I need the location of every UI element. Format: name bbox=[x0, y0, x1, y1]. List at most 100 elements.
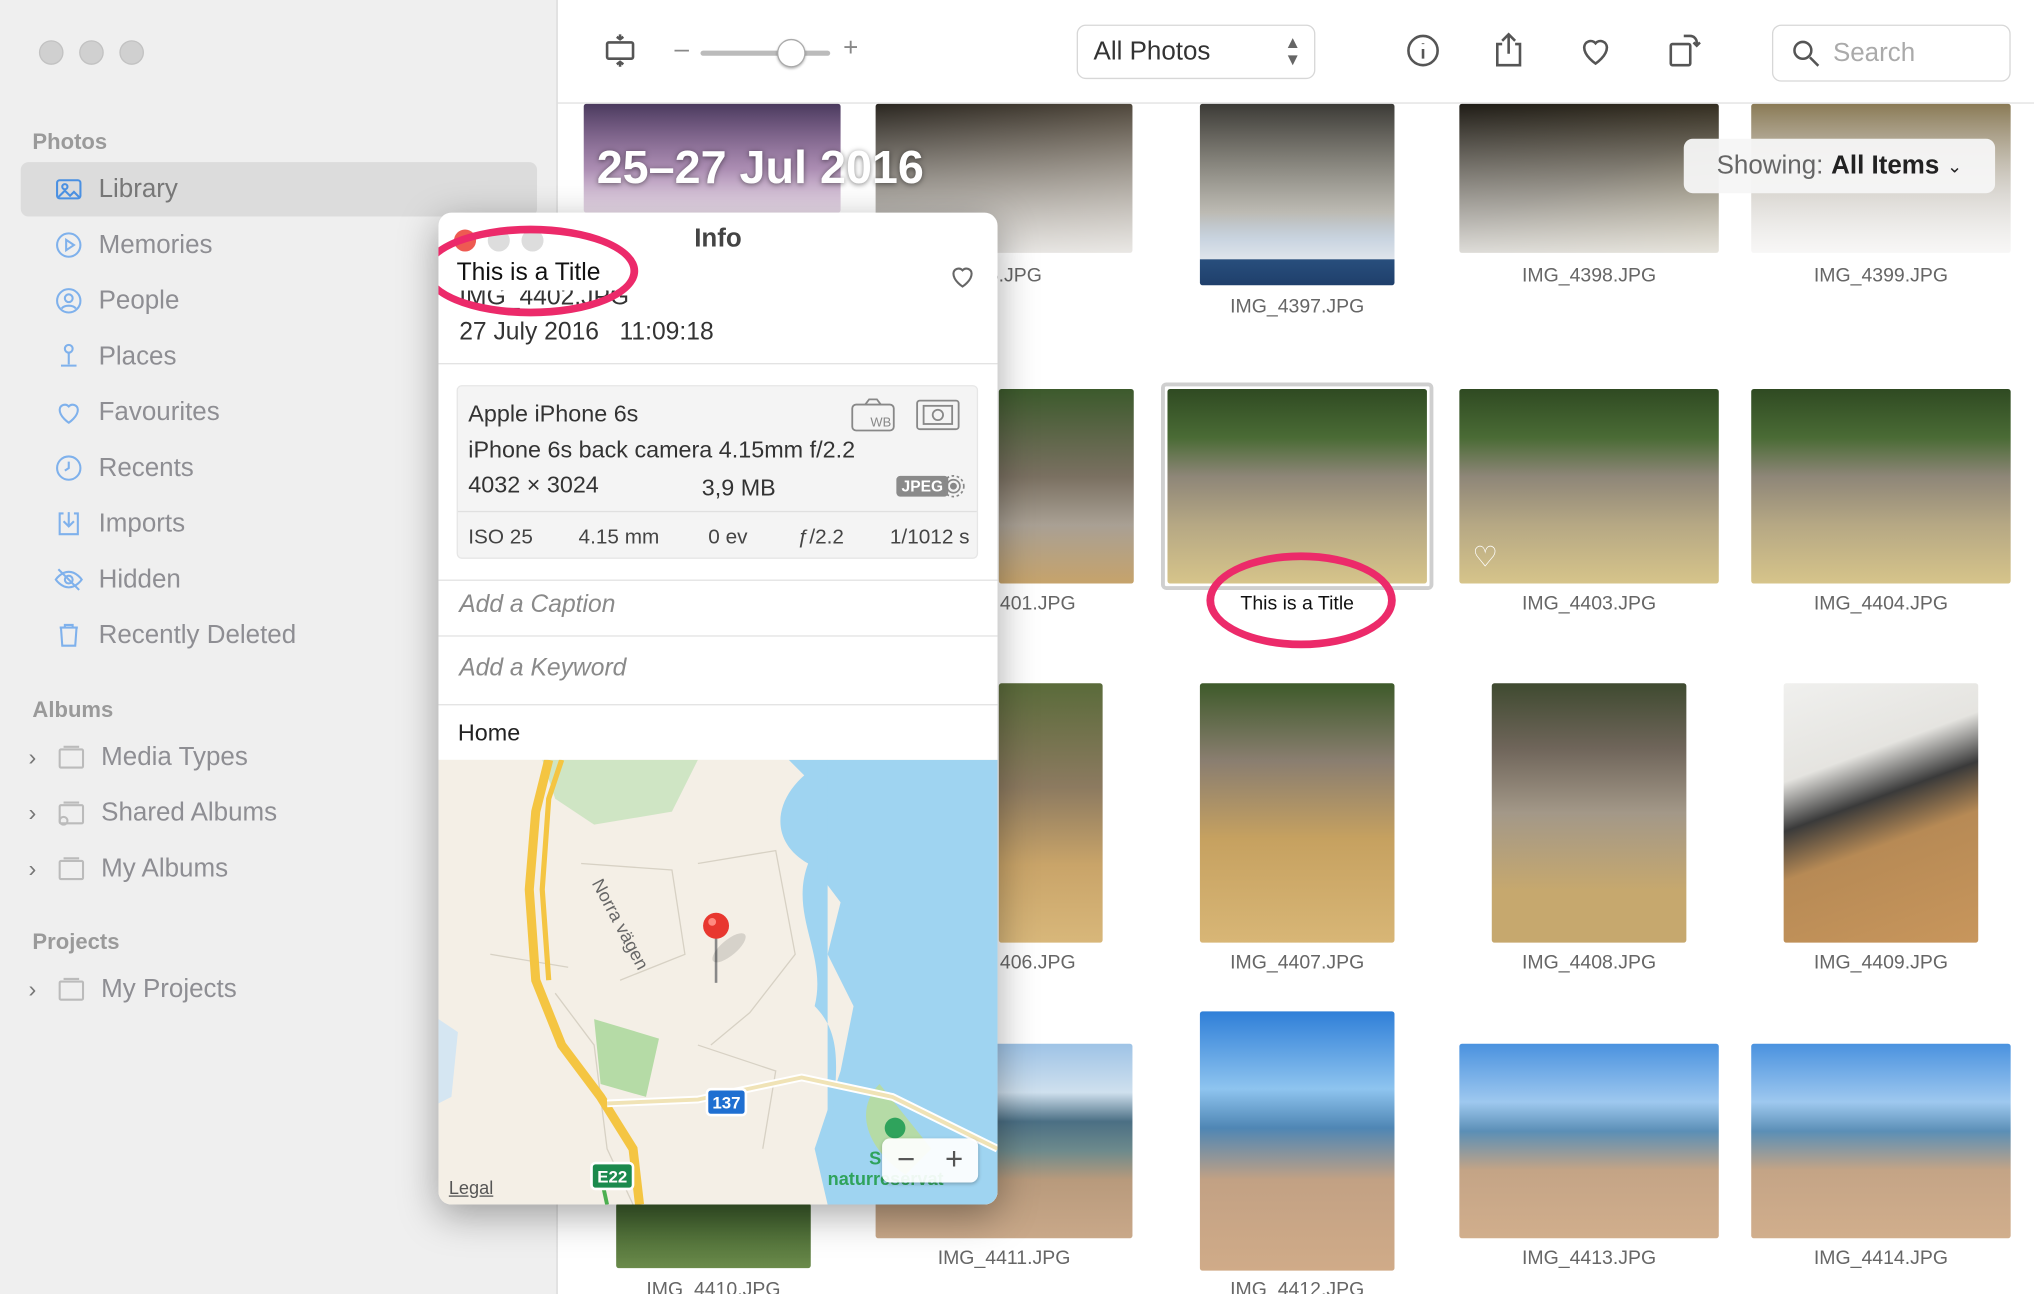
zoom-in-button[interactable]: + bbox=[843, 34, 858, 64]
sidebar-item-label: My Albums bbox=[101, 853, 229, 883]
slideshow-fit-icon[interactable] bbox=[598, 29, 642, 73]
chevron-right-icon[interactable]: › bbox=[29, 976, 37, 1003]
photo-thumbnail[interactable] bbox=[616, 1203, 811, 1269]
image-dimensions: 4032 × 3024 bbox=[468, 471, 599, 498]
camera-details: Apple iPhone 6s iPhone 6s back camera 4.… bbox=[456, 385, 979, 559]
camera-model: Apple iPhone 6s bbox=[468, 400, 639, 427]
sidebar-item-label: Recents bbox=[98, 453, 194, 482]
photo-time: 11:09:18 bbox=[619, 318, 714, 347]
photo-caption: IMG_4397.JPG bbox=[1230, 295, 1365, 318]
sidebar-item-library[interactable]: Library bbox=[20, 162, 538, 217]
search-icon bbox=[1789, 36, 1823, 70]
sidebar-item-label: Library bbox=[98, 174, 178, 203]
exif-focal-length: 4.15 mm bbox=[578, 526, 660, 549]
photo-thumbnail[interactable] bbox=[998, 683, 1103, 943]
people-icon bbox=[49, 281, 88, 320]
exif-shutter: 1/1012 s bbox=[889, 526, 970, 549]
map-zoom-controls: − + bbox=[882, 1138, 979, 1183]
divider bbox=[438, 704, 998, 706]
section-header-albums: Albums bbox=[32, 697, 114, 723]
hidden-icon bbox=[49, 560, 88, 599]
sidebar-item-label: Recently Deleted bbox=[98, 620, 297, 649]
library-icon bbox=[49, 170, 88, 209]
road-shield-e22: E22 bbox=[597, 1168, 627, 1187]
location-map[interactable]: Norra vägen 137 E22 S naturreservat Lega… bbox=[438, 759, 998, 1205]
sidebar-item-label: Imports bbox=[98, 508, 186, 538]
places-icon bbox=[49, 337, 88, 376]
photo-caption: IMG_4409.JPG bbox=[1813, 951, 1948, 974]
memories-icon bbox=[49, 226, 88, 265]
live-photo-icon bbox=[940, 473, 966, 499]
photo-caption: IMG_4398.JPG bbox=[1522, 264, 1657, 287]
info-icon[interactable] bbox=[1401, 29, 1445, 73]
photo-thumbnail[interactable] bbox=[998, 388, 1134, 584]
chevron-right-icon[interactable]: › bbox=[29, 744, 37, 771]
photo-thumbnail[interactable] bbox=[1199, 1011, 1395, 1271]
search-input[interactable]: Search bbox=[1833, 38, 1915, 68]
folder-icon bbox=[52, 849, 91, 888]
folder-icon bbox=[52, 738, 91, 777]
map-zoom-out-button[interactable]: − bbox=[897, 1142, 915, 1178]
updown-chevron-icon: ▲ ▼ bbox=[1284, 32, 1302, 69]
photo-thumbnail[interactable] bbox=[1459, 388, 1719, 584]
search-field[interactable]: Search bbox=[1771, 24, 2011, 82]
divider bbox=[438, 579, 998, 581]
exif-aperture: ƒ/2.2 bbox=[797, 526, 844, 549]
divider bbox=[438, 635, 998, 637]
chevron-down-icon: ⌄ bbox=[1947, 154, 1963, 176]
photo-caption: IMG_4414.JPG bbox=[1813, 1247, 1948, 1270]
photo-caption: IMG_4412.JPG bbox=[1230, 1278, 1365, 1294]
photo-thumbnail[interactable] bbox=[1783, 683, 1979, 943]
favourite-heart-icon[interactable] bbox=[947, 261, 978, 292]
metering-icon bbox=[915, 397, 962, 433]
keyword-field[interactable]: Add a Keyword bbox=[459, 655, 626, 684]
caption-field[interactable]: Add a Caption bbox=[459, 591, 615, 620]
sidebar-item-label: Memories bbox=[98, 230, 213, 259]
photo-thumbnail[interactable] bbox=[1751, 388, 2011, 584]
photo-caption: IMG_4410.JPG bbox=[646, 1278, 781, 1294]
place-name[interactable]: Home bbox=[458, 720, 520, 747]
divider bbox=[457, 510, 977, 513]
sidebar-item-label: Places bbox=[98, 341, 177, 371]
zoom-out-button[interactable]: – bbox=[675, 35, 689, 65]
showing-value: All Items bbox=[1831, 151, 1940, 180]
favourite-heart-icon[interactable] bbox=[1574, 29, 1618, 73]
lens-info: iPhone 6s back camera 4.15mm f/2.2 bbox=[468, 436, 856, 463]
svg-text:WB: WB bbox=[870, 415, 891, 430]
photo-thumbnail[interactable] bbox=[1459, 1043, 1719, 1239]
photo-caption: IMG_4399.JPG bbox=[1813, 264, 1948, 287]
toolbar: – + All Photos ▲ ▼ Search bbox=[557, 0, 2034, 104]
section-header-projects: Projects bbox=[32, 929, 120, 955]
view-select-value: All Photos bbox=[1093, 36, 1211, 66]
sidebar-item-label: Favourites bbox=[98, 397, 220, 426]
share-icon[interactable] bbox=[1487, 29, 1531, 73]
sidebar-item-label: Media Types bbox=[101, 742, 248, 771]
window-minimize-button[interactable] bbox=[79, 40, 104, 65]
sidebar-item-label: Shared Albums bbox=[101, 798, 278, 827]
divider bbox=[438, 363, 998, 365]
view-select[interactable]: All Photos ▲ ▼ bbox=[1076, 24, 1316, 80]
chevron-right-icon[interactable]: › bbox=[29, 855, 37, 882]
map-zoom-in-button[interactable]: + bbox=[945, 1142, 963, 1178]
zoom-slider-knob[interactable] bbox=[777, 38, 806, 68]
clock-icon bbox=[49, 449, 88, 488]
photo-date: 27 July 2016 bbox=[459, 318, 599, 347]
info-panel: Info This is a Title IMG_4402.JPG 27 Jul… bbox=[438, 212, 998, 1205]
photo-thumbnail[interactable] bbox=[1491, 683, 1687, 943]
folder-icon bbox=[52, 970, 91, 1009]
rotate-icon[interactable] bbox=[1662, 29, 1706, 73]
map-legal-link[interactable]: Legal bbox=[449, 1177, 493, 1198]
import-icon bbox=[49, 504, 88, 543]
white-balance-icon: WB bbox=[850, 397, 897, 433]
photo-thumbnail[interactable] bbox=[1751, 1043, 2011, 1239]
sidebar-item-label: My Projects bbox=[101, 974, 237, 1003]
photo-caption: IMG_4408.JPG bbox=[1522, 951, 1657, 974]
chevron-right-icon[interactable]: › bbox=[29, 799, 37, 826]
favourite-heart-icon: ♡ bbox=[1472, 540, 1498, 574]
zoom-slider[interactable] bbox=[700, 50, 831, 56]
window-close-button[interactable] bbox=[38, 40, 64, 65]
window-zoom-button[interactable] bbox=[119, 40, 144, 65]
photo-thumbnail[interactable] bbox=[1199, 683, 1395, 943]
photo-date-time[interactable]: 27 July 2016 11:09:18 bbox=[459, 319, 713, 348]
showing-filter-button[interactable]: Showing: All Items ⌄ bbox=[1683, 138, 1996, 194]
